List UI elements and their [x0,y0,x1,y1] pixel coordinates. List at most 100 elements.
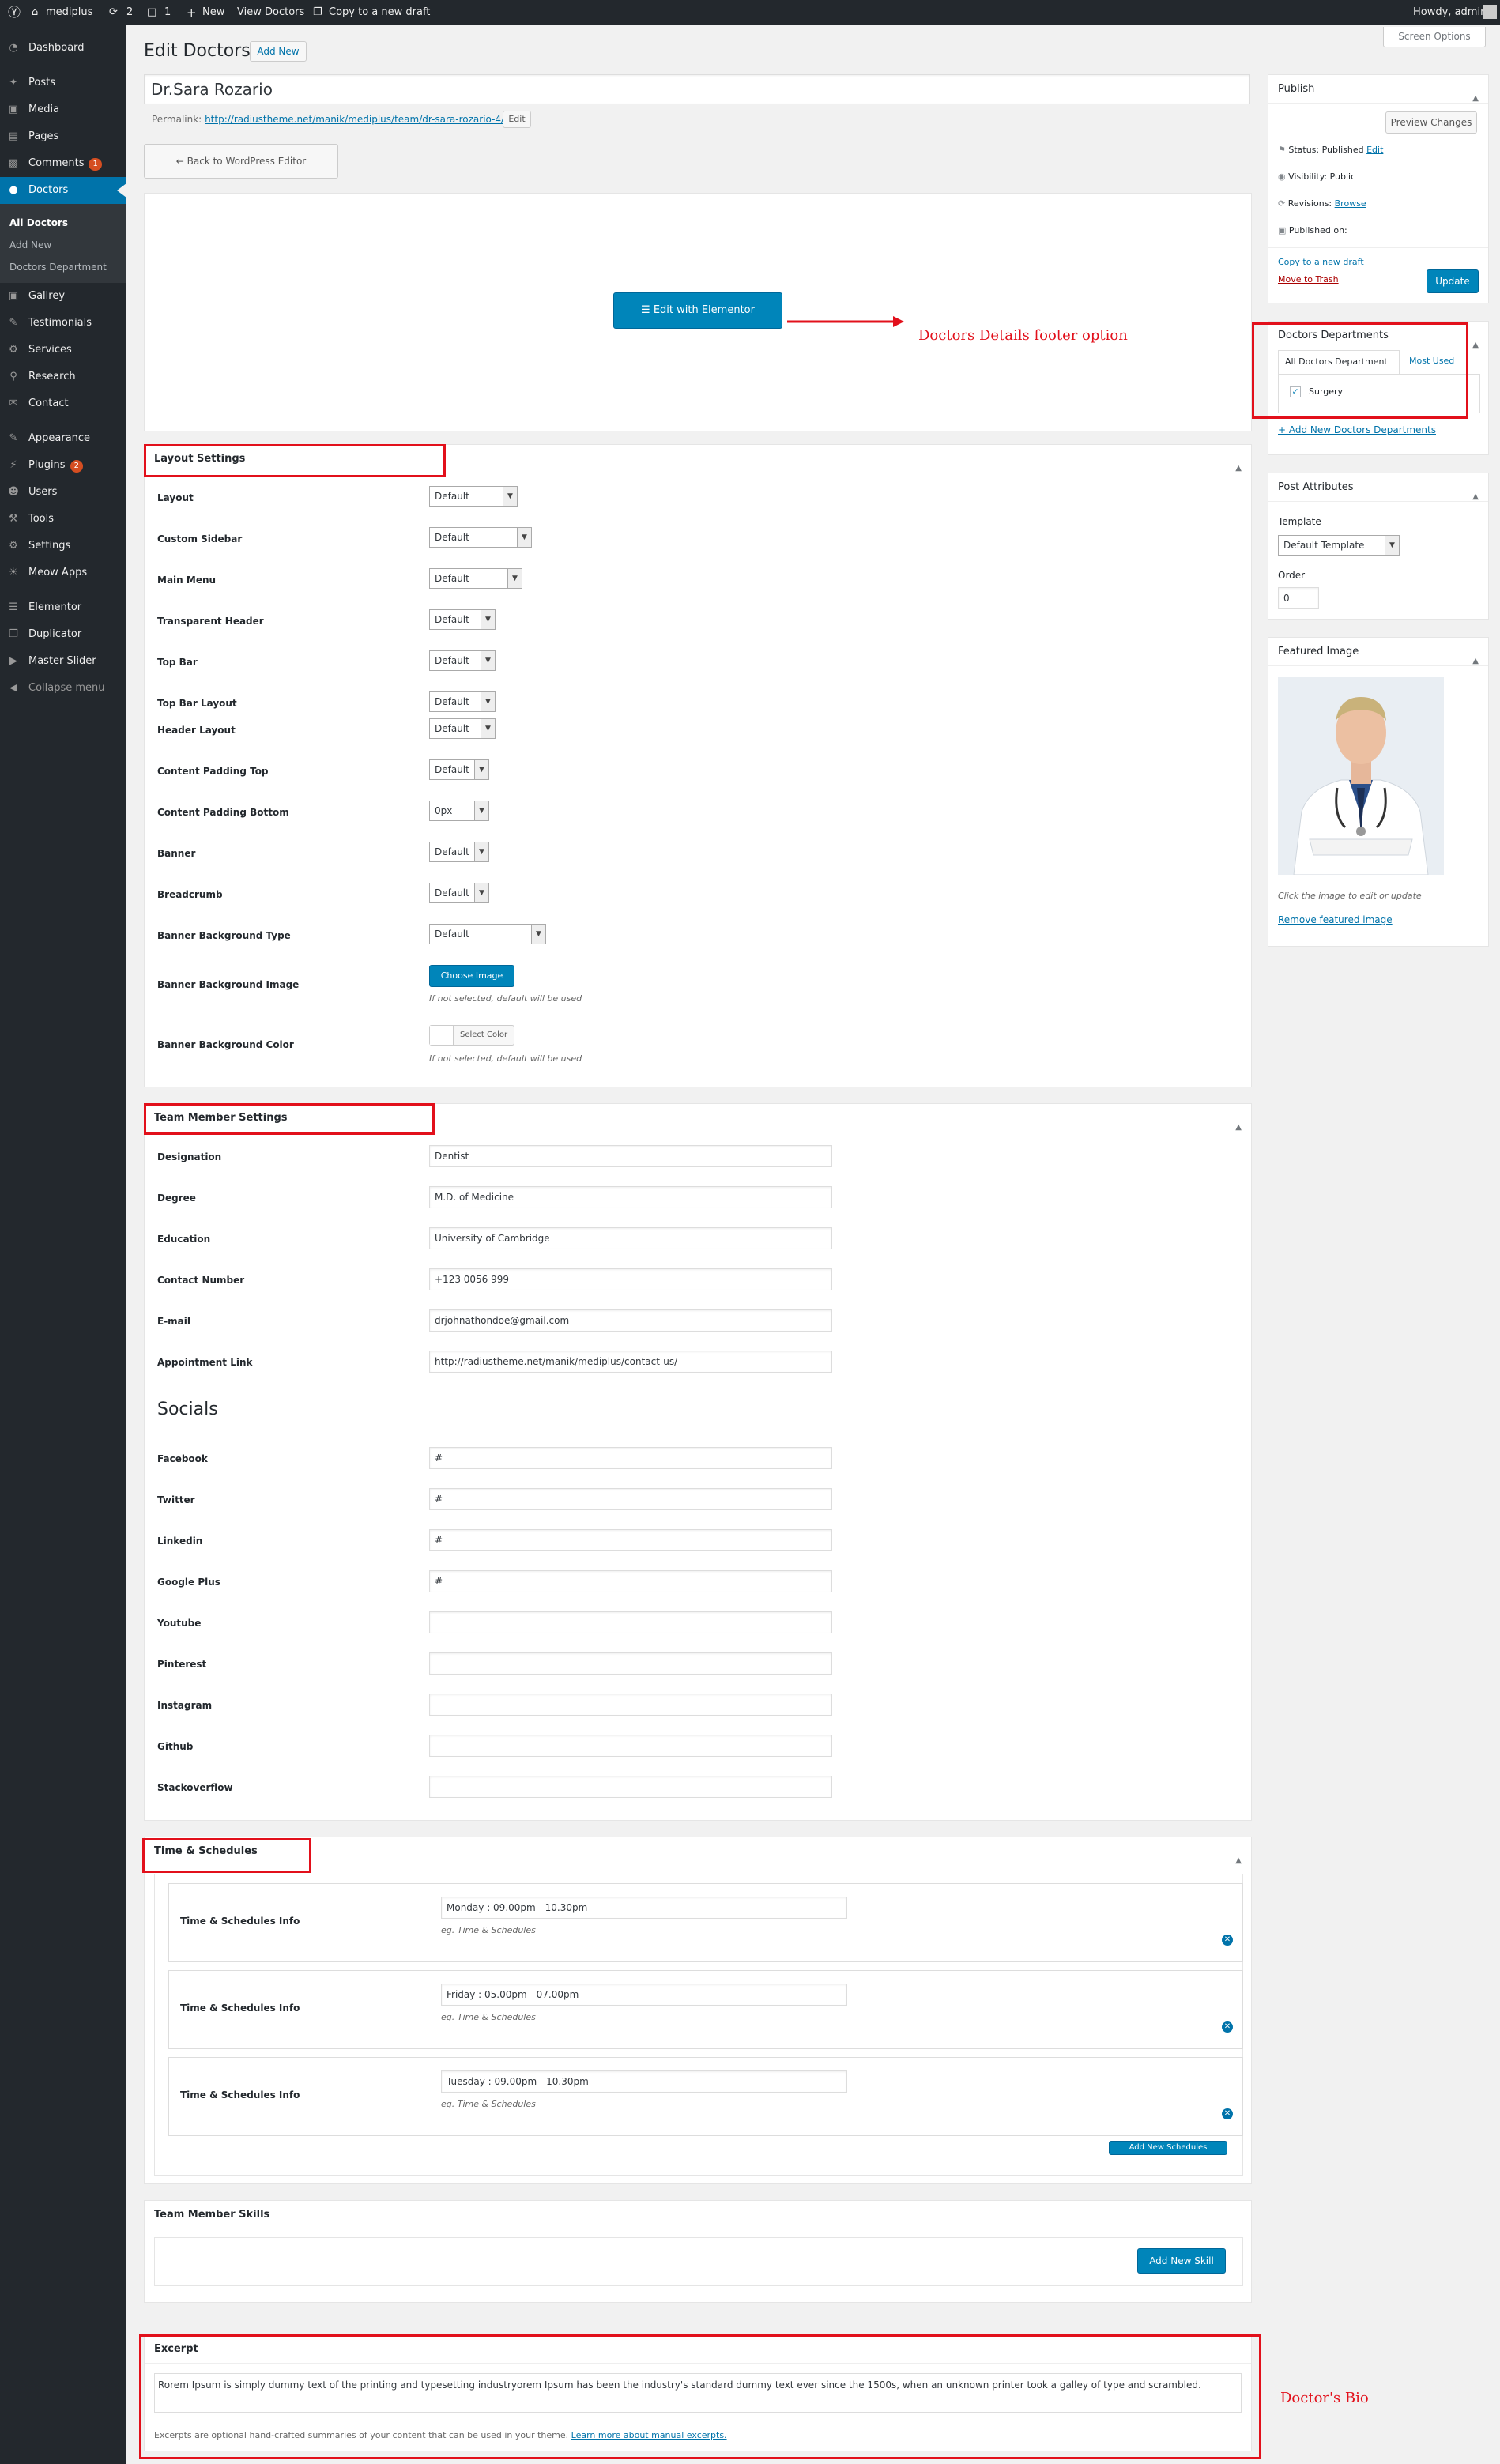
submenu-add-new[interactable]: Add New [0,234,126,256]
menu-master-slider[interactable]: ▶ Master Slider [0,648,126,675]
education-input[interactable]: University of Cambridge [429,1227,832,1249]
menu-comments[interactable]: ▩ Comments 1 [0,150,126,177]
add-new-button[interactable]: Add New [250,41,307,62]
menu-duplicator[interactable]: ❐ Duplicator [0,621,126,648]
preview-changes-button[interactable]: Preview Changes [1385,111,1477,134]
menu-users[interactable]: ☻ Users [0,479,126,506]
copy-draft-link[interactable]: Copy to a new draft [329,0,430,25]
pinterest-input[interactable] [429,1652,832,1675]
banner-background-type-select[interactable]: Default ▼ [429,924,546,944]
site-name[interactable]: mediplus [46,0,92,25]
main-menu-select[interactable]: Default ▼ [429,568,522,589]
order-input[interactable]: 0 [1278,587,1319,609]
header-layout-select[interactable]: Default ▼ [429,718,496,739]
menu-doctors[interactable]: ● Doctors [0,177,126,204]
schedule-input[interactable]: Tuesday : 09.00pm - 10.30pm [441,2070,847,2093]
schedule-input[interactable]: Friday : 05.00pm - 07.00pm [441,1984,847,2006]
transparent-header-select[interactable]: Default ▼ [429,609,496,630]
toggle-arrow-icon[interactable]: ▲ [1472,85,1479,113]
post-title-input[interactable]: Dr.Sara Rozario [144,74,1250,104]
move-to-trash-link[interactable]: Move to Trash [1278,274,1339,284]
menu-pages[interactable]: ▤ Pages [0,123,126,150]
comment-icon[interactable]: □ [147,0,156,25]
remove-icon[interactable]: ✕ [1222,2021,1233,2033]
contact-number-input[interactable]: +123 0056 999 [429,1268,832,1290]
toggle-arrow-icon[interactable]: ▲ [1472,483,1479,511]
menu-gallrey[interactable]: ▣ Gallrey [0,283,126,310]
team-skills-header[interactable]: Team Member Skills [145,2201,1251,2229]
comments-count[interactable]: 1 [164,0,171,25]
top-bar-layout-select[interactable]: Default ▼ [429,691,496,712]
banner-select[interactable]: Default ▼ [429,842,489,862]
menu-plugins[interactable]: ⚡ Plugins 2 [0,452,126,479]
updates-icon[interactable]: ⟳ [109,0,118,25]
appointment-link-input[interactable]: http://radiustheme.net/manik/mediplus/co… [429,1351,832,1373]
publish-header[interactable]: Publish ▲ [1268,75,1488,104]
remove-icon[interactable]: ✕ [1222,1935,1233,1946]
post-attributes-header[interactable]: Post Attributes ▲ [1268,473,1488,502]
toggle-arrow-icon[interactable]: ▲ [1235,454,1242,483]
update-button[interactable]: Update [1427,269,1479,293]
screen-options-button[interactable]: Screen Options [1383,27,1486,47]
youtube-input[interactable] [429,1611,832,1633]
menu-settings[interactable]: ⚙ Settings [0,533,126,559]
new-link[interactable]: New [202,0,224,25]
content-padding-bottom-select[interactable]: 0px ▼ [429,801,489,821]
menu-media[interactable]: ▣ Media [0,96,126,123]
featured-image-header[interactable]: Featured Image ▲ [1268,638,1488,666]
menu-tools[interactable]: ⚒ Tools [0,506,126,533]
breadcrumb-select[interactable]: Default ▼ [429,883,489,903]
layout-select[interactable]: Default ▼ [429,486,518,507]
menu-services[interactable]: ⚙ Services [0,337,126,364]
choose-image-button[interactable]: Choose Image [429,965,514,987]
permalink-link[interactable]: http://radiustheme.net/manik/mediplus/te… [205,114,504,125]
add-new-schedules-button[interactable]: Add New Schedules [1109,2141,1227,2155]
linkedin-input[interactable]: # [429,1529,832,1551]
menu-posts[interactable]: ✦ Posts [0,70,126,96]
google-plus-input[interactable]: # [429,1570,832,1592]
remove-icon[interactable]: ✕ [1222,2108,1233,2119]
schedule-input[interactable]: Monday : 09.00pm - 10.30pm [441,1897,847,1919]
toggle-arrow-icon[interactable]: ▲ [1472,647,1479,676]
toggle-arrow-icon[interactable]: ▲ [1235,1113,1242,1142]
email-input[interactable]: drjohnathondoe@gmail.com [429,1309,832,1332]
designation-input[interactable]: Dentist [429,1145,832,1167]
add-new-skill-button[interactable]: Add New Skill [1137,2248,1226,2274]
stackoverflow-input[interactable] [429,1776,832,1798]
menu-contact[interactable]: ✉ Contact [0,390,126,417]
doctor-photo[interactable] [1278,677,1444,875]
menu-appearance[interactable]: ✎ Appearance [0,425,126,452]
submenu-doctors-department[interactable]: Doctors Department [0,256,126,278]
permalink-edit-button[interactable]: Edit [503,111,531,128]
menu-meow-apps[interactable]: ☀ Meow Apps [0,559,126,586]
toggle-arrow-icon[interactable]: ▲ [1235,1847,1242,1875]
status-edit-link[interactable]: Edit [1366,145,1383,155]
select-color-button[interactable]: Select Color [429,1025,514,1046]
plus-icon[interactable]: + [187,0,197,25]
wordpress-logo-icon[interactable]: Ⓨ [8,0,21,25]
menu-elementor[interactable]: ☰ Elementor [0,594,126,621]
browse-link[interactable]: Browse [1335,198,1366,209]
menu-testimonials[interactable]: ✎ Testimonials [0,310,126,337]
howdy-text[interactable]: Howdy, admin [1413,0,1487,25]
template-select[interactable]: Default Template ▼ [1278,535,1400,556]
view-doctors-link[interactable]: View Doctors [237,0,304,25]
twitter-input[interactable]: # [429,1488,832,1510]
menu-collapse[interactable]: ◀ Collapse menu [0,675,126,702]
avatar[interactable] [1483,5,1497,19]
degree-input[interactable]: M.D. of Medicine [429,1186,832,1208]
add-new-department-link[interactable]: + Add New Doctors Departments [1278,424,1436,435]
menu-dashboard[interactable]: ◔ Dashboard [0,35,126,62]
submenu-all-doctors[interactable]: All Doctors [0,212,126,234]
updates-count[interactable]: 2 [126,0,133,25]
back-to-editor-button[interactable]: ← Back to WordPress Editor [144,144,338,179]
edit-with-elementor-button[interactable]: ☰ Edit with Elementor [613,292,782,329]
menu-research[interactable]: ⚲ Research [0,364,126,390]
custom-sidebar-select[interactable]: Default ▼ [429,527,532,548]
content-padding-top-select[interactable]: Default ▼ [429,759,489,780]
github-input[interactable] [429,1735,832,1757]
facebook-input[interactable]: # [429,1447,832,1469]
instagram-input[interactable] [429,1694,832,1716]
remove-featured-image-link[interactable]: Remove featured image [1278,914,1393,925]
top-bar-select[interactable]: Default ▼ [429,650,496,671]
